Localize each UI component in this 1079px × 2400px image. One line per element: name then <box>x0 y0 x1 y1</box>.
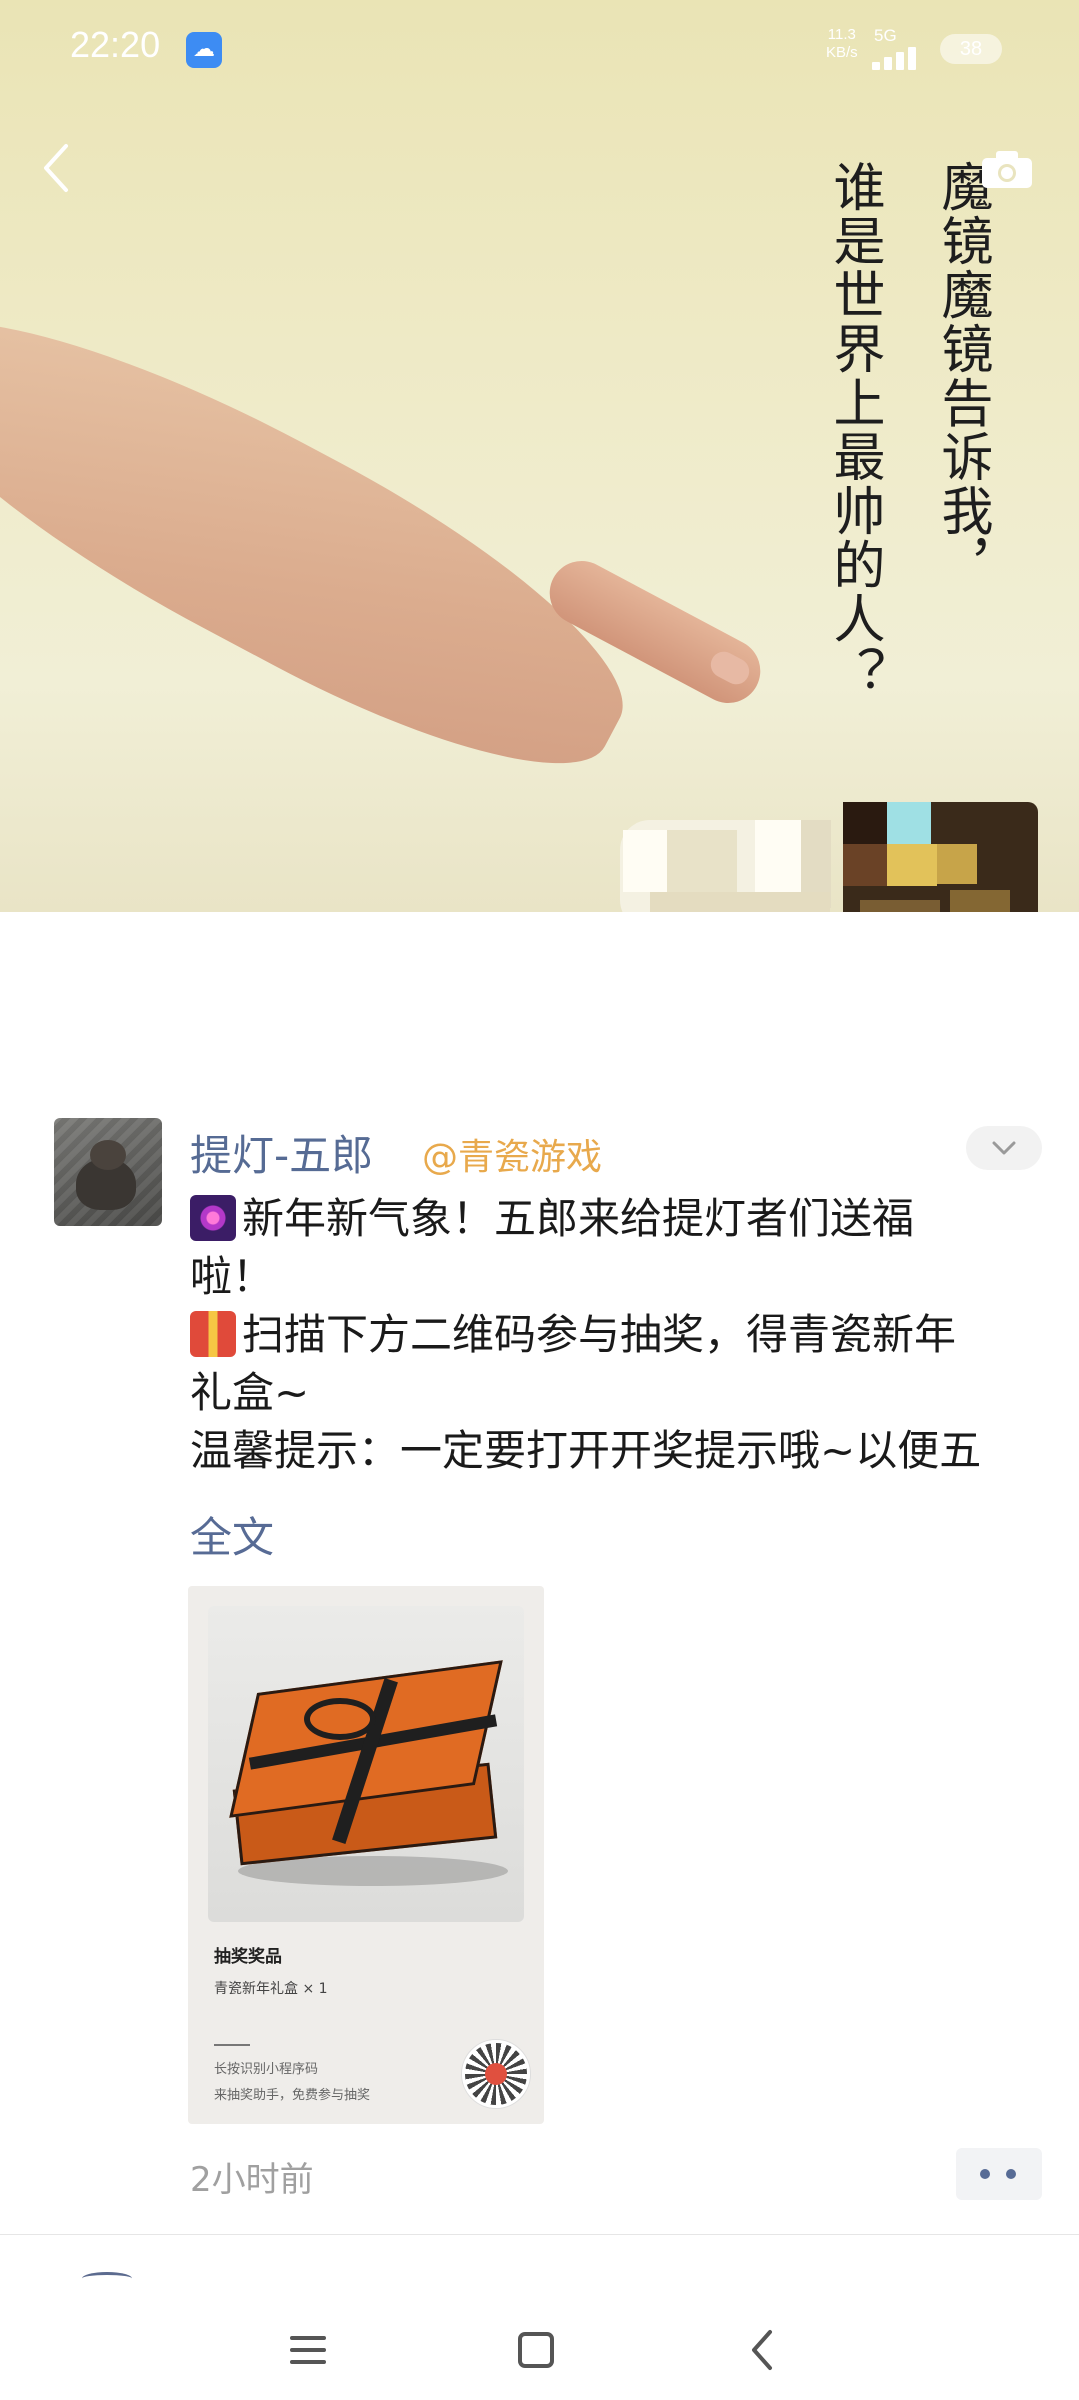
next-post-avatar[interactable] <box>82 2272 132 2285</box>
network-type: 5G <box>874 26 897 45</box>
card-hint-1: 长按识别小程序码 <box>214 2062 319 2077</box>
weather-icon: ☁ <box>186 32 222 68</box>
card-hint-2: 来抽奖助手，免费参与抽奖 <box>214 2088 371 2103</box>
chevron-down-icon <box>992 1141 1016 1155</box>
gift-emoji-icon <box>190 1311 236 1357</box>
qr-code-icon <box>462 2040 530 2108</box>
cover-text-line2: 谁是世界上最帅的人？ <box>824 160 884 700</box>
post-menu-button[interactable] <box>966 1126 1042 1170</box>
post-divider <box>0 2234 1079 2235</box>
post-timestamp: 2小时前 <box>190 2160 314 2200</box>
post-line-4: 礼盒~ <box>190 1368 310 1417</box>
camera-icon[interactable] <box>980 148 1034 190</box>
ribbon-bow <box>304 1698 376 1740</box>
comment-button[interactable] <box>956 2148 1042 2200</box>
post-image[interactable]: 抽奖奖品 青瓷新年礼盒 × 1 长按识别小程序码 来抽奖助手，免费参与抽奖 <box>188 1586 544 2124</box>
status-bar: 22:20 ☁ 11.3 KB/s 5G 38 <box>0 0 1079 100</box>
post-line-5: 温馨提示：一定要打开开奖提示哦~以便五 <box>190 1426 982 1475</box>
signal-icon <box>872 44 932 70</box>
hand-illustration <box>0 250 665 821</box>
status-time: 22:20 <box>70 24 161 65</box>
net-speed-value: 11.3 <box>827 26 856 43</box>
system-nav-bar <box>0 2290 1079 2400</box>
chevron-left-icon[interactable] <box>734 2320 794 2380</box>
post-line-2: 啦！ <box>190 1252 275 1301</box>
battery-indicator: 38 <box>940 34 1002 64</box>
cover-image[interactable]: 魔镜魔镜告诉我， 谁是世界上最帅的人？ <box>0 0 1079 912</box>
square-icon[interactable] <box>506 2320 566 2380</box>
profile-avatar[interactable] <box>620 800 1040 912</box>
prize-title: 抽奖奖品 <box>214 1947 282 1967</box>
fireworks-emoji-icon <box>190 1195 236 1241</box>
post-content: 新年新气象！五郎来给提灯者们送福 啦！ 扫描下方二维码参与抽奖，得青瓷新年 礼盒… <box>190 1190 1040 1480</box>
gift-box-photo <box>208 1606 524 1922</box>
divider-line <box>214 2044 250 2046</box>
post-line-3: 扫描下方二维码参与抽奖，得青瓷新年 <box>190 1306 1040 1364</box>
back-icon[interactable] <box>30 138 90 198</box>
full-text-link[interactable]: 全文 <box>190 1504 274 1565</box>
post-mention[interactable]: @青瓷游戏 <box>422 1128 602 1180</box>
post-line-1: 新年新气象！五郎来给提灯者们送福 <box>190 1190 1040 1248</box>
post-username[interactable]: 提灯-五郎 <box>190 1122 373 1183</box>
post-avatar[interactable] <box>54 1118 162 1226</box>
net-speed: 11.3 KB/s <box>826 26 858 62</box>
menu-lines-icon[interactable] <box>278 2320 338 2380</box>
prize-item: 青瓷新年礼盒 × 1 <box>214 1981 328 1997</box>
net-speed-unit: KB/s <box>826 44 858 61</box>
cover-text-line1: 魔镜魔镜告诉我， <box>932 160 992 592</box>
